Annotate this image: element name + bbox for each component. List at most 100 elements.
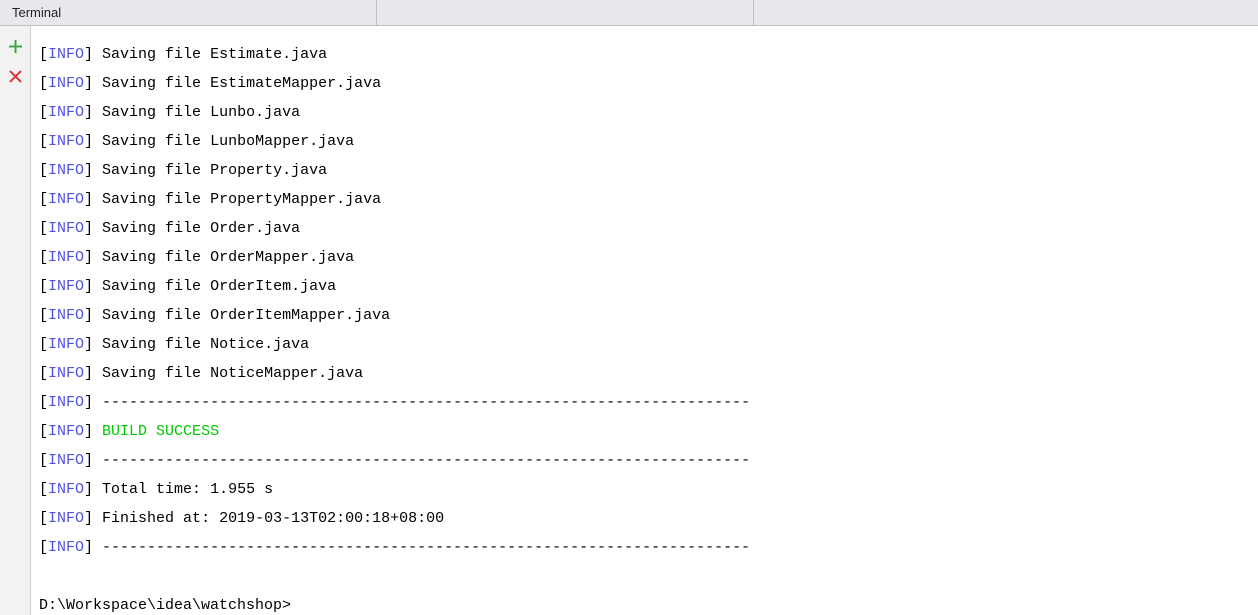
terminal-header-bar: Terminal <box>0 0 1258 26</box>
log-message: Total time: 1.955 s <box>102 481 273 498</box>
log-level: INFO <box>48 307 84 324</box>
bracket-close: ] <box>84 365 102 382</box>
bracket-open: [ <box>39 162 48 179</box>
log-level: INFO <box>48 75 84 92</box>
bracket-open: [ <box>39 191 48 208</box>
log-line: [INFO] BUILD SUCCESS <box>39 417 1250 446</box>
bracket-close: ] <box>84 423 102 440</box>
log-line: [INFO] Saving file Notice.java <box>39 330 1250 359</box>
log-message: Saving file OrderItemMapper.java <box>102 307 390 324</box>
bracket-open: [ <box>39 423 48 440</box>
log-level: INFO <box>48 336 84 353</box>
bracket-close: ] <box>84 539 102 556</box>
terminal-gutter <box>0 26 31 615</box>
log-message: Saving file NoticeMapper.java <box>102 365 363 382</box>
bracket-close: ] <box>84 394 102 411</box>
bracket-close: ] <box>84 104 102 121</box>
close-session-button[interactable] <box>5 66 25 86</box>
close-icon <box>8 69 23 84</box>
bracket-close: ] <box>84 336 102 353</box>
bracket-close: ] <box>84 278 102 295</box>
log-line: [INFO] Saving file EstimateMapper.java <box>39 69 1250 98</box>
log-level: INFO <box>48 162 84 179</box>
bracket-open: [ <box>39 46 48 63</box>
log-line: [INFO] Total time: 1.955 s <box>39 475 1250 504</box>
bracket-open: [ <box>39 539 48 556</box>
log-message: ----------------------------------------… <box>102 394 750 411</box>
bracket-close: ] <box>84 191 102 208</box>
bracket-open: [ <box>39 278 48 295</box>
log-level: INFO <box>48 423 84 440</box>
bracket-open: [ <box>39 510 48 527</box>
log-level: INFO <box>48 452 84 469</box>
bracket-open: [ <box>39 452 48 469</box>
log-message: BUILD SUCCESS <box>102 423 219 440</box>
log-level: INFO <box>48 104 84 121</box>
bracket-open: [ <box>39 365 48 382</box>
bracket-open: [ <box>39 133 48 150</box>
bracket-open: [ <box>39 249 48 266</box>
log-level: INFO <box>48 365 84 382</box>
log-message: Saving file EstimateMapper.java <box>102 75 381 92</box>
log-line: [INFO] Saving file NoticeMapper.java <box>39 359 1250 388</box>
log-level: INFO <box>48 539 84 556</box>
terminal-tab-label: Terminal <box>12 5 61 20</box>
bracket-close: ] <box>84 162 102 179</box>
log-message: Saving file PropertyMapper.java <box>102 191 381 208</box>
terminal-output[interactable]: [INFO] Saving file Estimate.java[INFO] S… <box>31 26 1258 615</box>
log-level: INFO <box>48 46 84 63</box>
log-message: Saving file Notice.java <box>102 336 309 353</box>
bracket-open: [ <box>39 307 48 324</box>
log-line: [INFO] Saving file Estimate.java <box>39 40 1250 69</box>
log-message: ----------------------------------------… <box>102 452 750 469</box>
log-line: [INFO] Saving file OrderMapper.java <box>39 243 1250 272</box>
log-line: [INFO] Saving file PropertyMapper.java <box>39 185 1250 214</box>
log-message: ----------------------------------------… <box>102 539 750 556</box>
bracket-open: [ <box>39 104 48 121</box>
bracket-close: ] <box>84 220 102 237</box>
log-line: [INFO] Saving file Lunbo.java <box>39 98 1250 127</box>
log-line: [INFO] ---------------------------------… <box>39 533 1250 562</box>
log-message: Saving file Order.java <box>102 220 300 237</box>
bracket-open: [ <box>39 336 48 353</box>
log-message: Finished at: 2019-03-13T02:00:18+08:00 <box>102 510 444 527</box>
log-line: [INFO] Saving file LunboMapper.java <box>39 127 1250 156</box>
log-level: INFO <box>48 249 84 266</box>
log-level: INFO <box>48 278 84 295</box>
log-level: INFO <box>48 191 84 208</box>
bracket-close: ] <box>84 249 102 266</box>
log-line: [INFO] ---------------------------------… <box>39 388 1250 417</box>
bracket-open: [ <box>39 75 48 92</box>
log-message: Saving file LunboMapper.java <box>102 133 354 150</box>
log-level: INFO <box>48 133 84 150</box>
bracket-close: ] <box>84 481 102 498</box>
log-message: Saving file Lunbo.java <box>102 104 300 121</box>
log-message: Saving file OrderItem.java <box>102 278 336 295</box>
add-session-button[interactable] <box>5 36 25 56</box>
plus-icon <box>8 39 23 54</box>
bracket-close: ] <box>84 452 102 469</box>
log-level: INFO <box>48 394 84 411</box>
bracket-close: ] <box>84 307 102 324</box>
log-line: [INFO] Saving file Property.java <box>39 156 1250 185</box>
log-level: INFO <box>48 510 84 527</box>
terminal-tab[interactable]: Terminal <box>0 0 377 25</box>
bracket-open: [ <box>39 394 48 411</box>
bracket-close: ] <box>84 75 102 92</box>
log-level: INFO <box>48 220 84 237</box>
bracket-close: ] <box>84 510 102 527</box>
log-message: Saving file OrderMapper.java <box>102 249 354 266</box>
log-level: INFO <box>48 481 84 498</box>
terminal-main-area: [INFO] Saving file Estimate.java[INFO] S… <box>0 26 1258 615</box>
bracket-close: ] <box>84 133 102 150</box>
log-line: [INFO] Saving file OrderItemMapper.java <box>39 301 1250 330</box>
terminal-prompt[interactable]: D:\Workspace\idea\watchshop> <box>39 591 1250 615</box>
header-tab-3[interactable] <box>754 0 1258 25</box>
log-line: [INFO] Saving file OrderItem.java <box>39 272 1250 301</box>
bracket-open: [ <box>39 220 48 237</box>
bracket-open: [ <box>39 481 48 498</box>
header-tab-2[interactable] <box>377 0 754 25</box>
log-line: [INFO] Finished at: 2019-03-13T02:00:18+… <box>39 504 1250 533</box>
log-message: Saving file Estimate.java <box>102 46 327 63</box>
log-message: Saving file Property.java <box>102 162 327 179</box>
